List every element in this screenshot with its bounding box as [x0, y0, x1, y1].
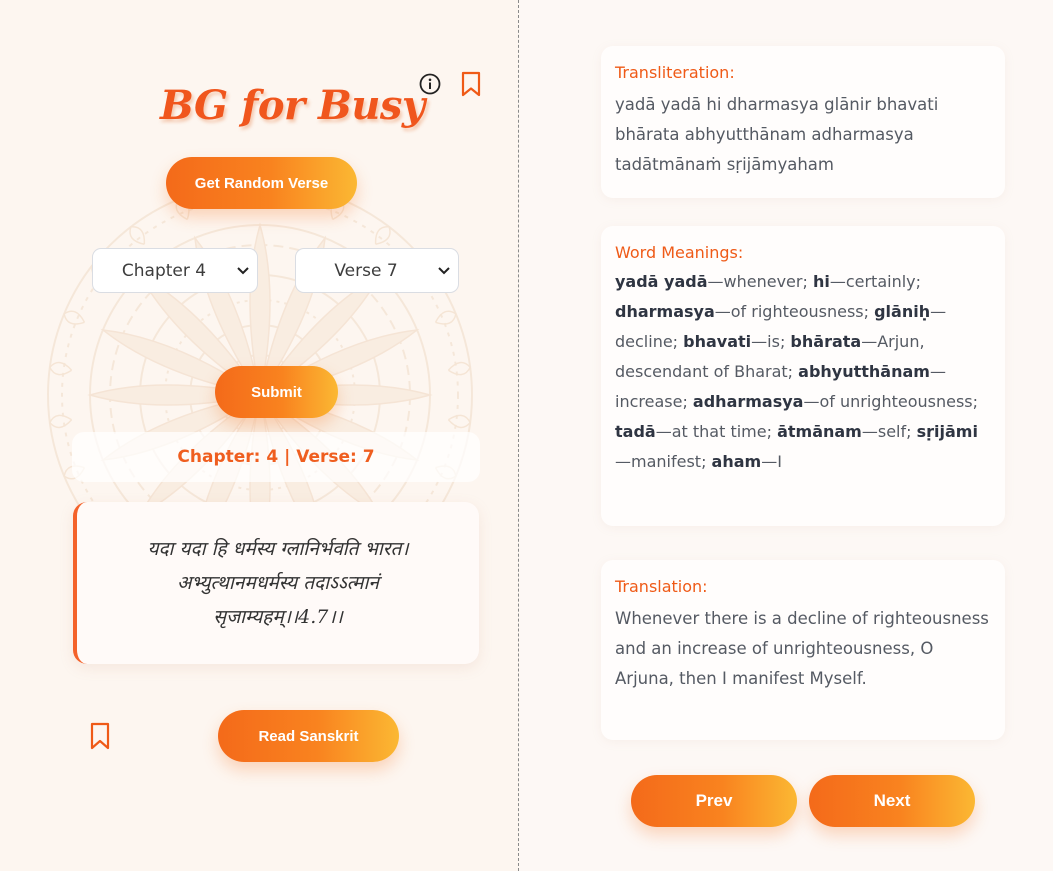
chevron-down-icon [229, 266, 257, 275]
transliteration-card: Transliteration: yadā yadā hi dharmasya … [601, 46, 1005, 198]
meaning-term: adharmasya [692, 392, 804, 411]
transliteration-text: yadā yadā hi dharmasya glānir bhavati bh… [615, 95, 939, 174]
verse-select[interactable]: Verse 7 [295, 248, 459, 293]
sanskrit-verse-text: यदा यदा हि धर्मस्य ग्लानिर्भवति भारत। अभ… [147, 538, 409, 628]
meaning-definition: —is; [751, 332, 791, 351]
word-meanings-heading: Word Meanings: [615, 243, 744, 262]
meaning-term: hi [812, 272, 830, 291]
meaning-term: glāniḥ [874, 302, 931, 321]
meaning-definition: —I [761, 452, 782, 471]
meaning-definition: —manifest; [615, 452, 712, 471]
translation-text: Whenever there is a decline of righteous… [615, 609, 989, 688]
get-random-verse-button[interactable]: Get Random Verse [166, 157, 357, 209]
verse-reference: Chapter: 4 | Verse: 7 [72, 432, 480, 482]
translation-card: Translation: Whenever there is a decline… [601, 560, 1005, 740]
meaning-term: yadā yadā [615, 272, 708, 291]
read-sanskrit-button[interactable]: Read Sanskrit [218, 710, 399, 762]
bookmark-icon[interactable] [460, 71, 482, 97]
meaning-term: dharmasya [615, 302, 715, 321]
meaning-definition: —whenever; [707, 272, 813, 291]
chevron-down-icon [430, 266, 458, 275]
meaning-definition: —self; [861, 422, 917, 441]
verse-select-value: Verse 7 [334, 260, 398, 281]
meaning-term: ātmānam [777, 422, 862, 441]
meaning-term: bhavati [683, 332, 752, 351]
meaning-term: aham [711, 452, 762, 471]
meaning-term: abhyutthānam [798, 362, 930, 381]
translation-heading: Translation: [615, 577, 708, 596]
submit-button[interactable]: Submit [215, 366, 338, 418]
sanskrit-verse-card: यदा यदा हि धर्मस्य ग्लानिर्भवति भारत। अभ… [73, 502, 479, 664]
word-meanings-card: Word Meanings: yadā yadā—whenever; hi—ce… [601, 226, 1005, 526]
meaning-term: tadā [615, 422, 656, 441]
bookmark-icon[interactable] [89, 722, 111, 750]
next-button[interactable]: Next [809, 775, 975, 827]
app-title: BG for Busy [160, 82, 425, 129]
chapter-select[interactable]: Chapter 4 [92, 248, 258, 293]
info-icon [419, 73, 441, 95]
meaning-definition: —of unrighteousness; [803, 392, 979, 411]
panel-divider [518, 0, 519, 871]
transliteration-heading: Transliteration: [615, 63, 735, 82]
meaning-definition: —of righteousness; [714, 302, 875, 321]
meaning-definition: —at that time; [655, 422, 778, 441]
info-button[interactable] [418, 72, 442, 96]
chapter-select-value: Chapter 4 [121, 260, 207, 281]
meaning-term: sṛijāmi [916, 422, 978, 441]
meaning-term: bhārata [790, 332, 862, 351]
left-panel: BG for Busy Get Random Verse Chapter 4 V… [0, 0, 518, 871]
word-meanings-text: yadā yadā—whenever; hi—certainly; dharma… [615, 267, 993, 477]
prev-button[interactable]: Prev [631, 775, 797, 827]
meaning-definition: —certainly; [829, 272, 922, 291]
